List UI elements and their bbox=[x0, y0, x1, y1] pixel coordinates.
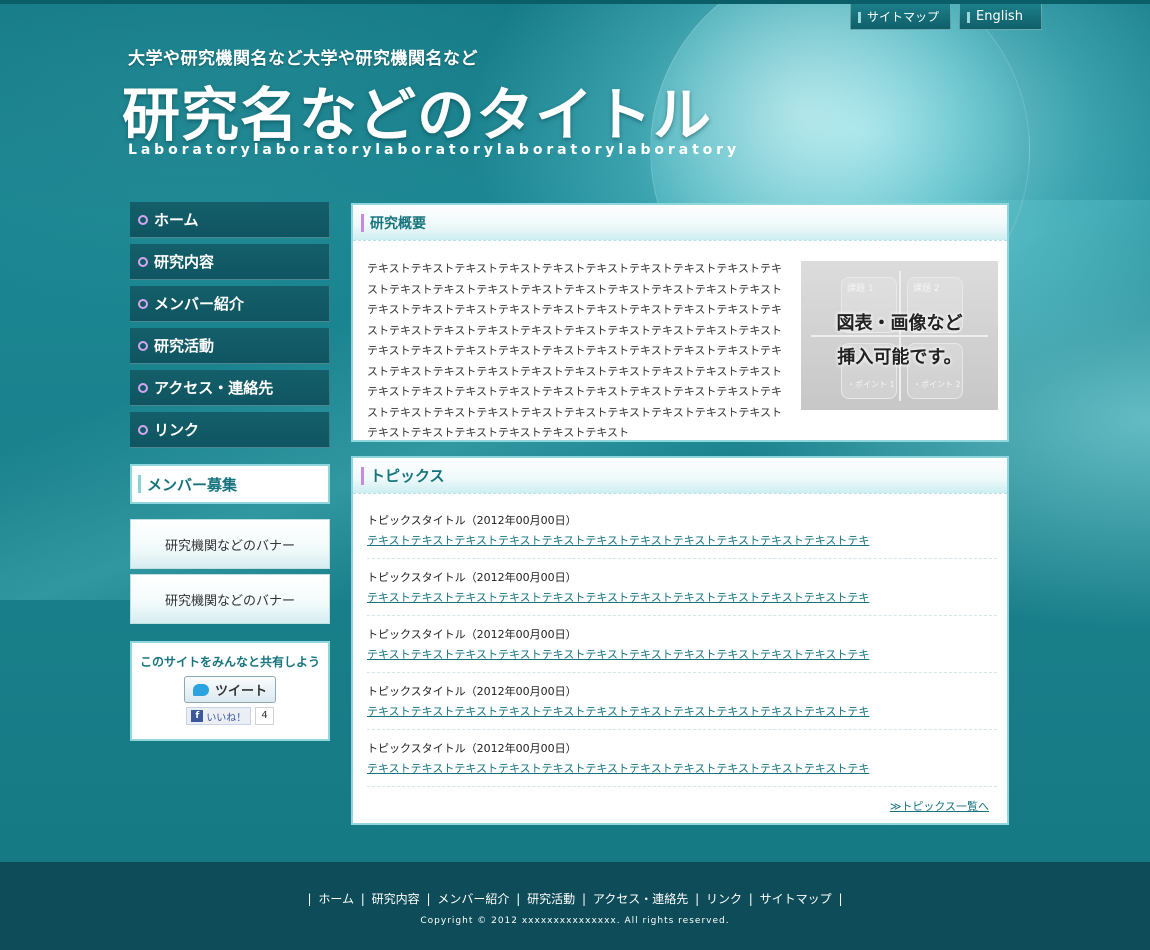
figure-text-line-1: 図表・画像など bbox=[836, 313, 963, 334]
topic-title: トピックスタイトル（2012年00月00日） bbox=[367, 685, 577, 698]
share-box: このサイトをみんなと共有しよう ツイート f いいね！ 4 bbox=[130, 641, 330, 741]
sidebar-item-label: リンク bbox=[154, 421, 200, 439]
sidebar-nav: ホーム 研究内容 メンバー紹介 研究活動 アクセス・連絡先 リンク bbox=[130, 202, 330, 454]
sidebar-item-members[interactable]: メンバー紹介 bbox=[130, 286, 330, 322]
figure-text-line-2: 挿入可能です。 bbox=[837, 347, 962, 368]
sidebar-item-label: ホーム bbox=[154, 211, 199, 229]
facebook-like-label: いいね！ bbox=[206, 712, 247, 724]
heading-marker bbox=[361, 213, 364, 232]
topic-title: トピックスタイトル（2012年00月00日） bbox=[367, 628, 577, 641]
separator: | bbox=[838, 892, 843, 906]
footer-link-sitemap[interactable]: サイトマップ bbox=[760, 892, 832, 906]
footer-link-activities[interactable]: 研究活動 bbox=[527, 892, 575, 906]
facebook-like-button[interactable]: f いいね！ bbox=[186, 707, 252, 725]
institution-banner-1[interactable]: 研究機関などのバナー bbox=[130, 519, 330, 569]
separator: | bbox=[360, 892, 365, 906]
footer-link-links[interactable]: リンク bbox=[706, 892, 742, 906]
tweet-label: ツイート bbox=[214, 684, 267, 699]
separator: | bbox=[581, 892, 586, 906]
footer-link-research[interactable]: 研究内容 bbox=[372, 892, 420, 906]
header-nav: サイトマップ English bbox=[849, 4, 1042, 30]
footer-link-members[interactable]: メンバー紹介 bbox=[437, 892, 509, 906]
facebook-like-widget: f いいね！ 4 bbox=[132, 707, 328, 725]
topic-link[interactable]: テキストテキストテキストテキストテキストテキストテキストテキストテキストテキスト… bbox=[367, 760, 997, 776]
topic-link[interactable]: テキストテキストテキストテキストテキストテキストテキストテキストテキストテキスト… bbox=[367, 646, 997, 662]
separator: | bbox=[426, 892, 431, 906]
sidebar-item-label: 研究活動 bbox=[154, 337, 215, 355]
separator: | bbox=[516, 892, 521, 906]
tweet-button[interactable]: ツイート bbox=[183, 676, 276, 703]
topic-item: トピックスタイトル（2012年00月00日） テキストテキストテキストテキストテ… bbox=[367, 730, 997, 787]
footer-link-home[interactable]: ホーム bbox=[318, 892, 354, 906]
heading-marker bbox=[138, 475, 141, 493]
overview-heading: 研究概要 bbox=[370, 215, 426, 232]
facebook-like-count: 4 bbox=[255, 707, 274, 725]
circle-bullet-icon bbox=[138, 424, 148, 435]
circle-bullet-icon bbox=[138, 214, 148, 225]
figure-label: 課題 2 bbox=[913, 284, 940, 294]
footer-link-access[interactable]: アクセス・連絡先 bbox=[593, 892, 688, 906]
topic-title: トピックスタイトル（2012年00月00日） bbox=[367, 514, 577, 527]
overview-text: テキストテキストテキストテキストテキストテキストテキストテキストテキストテキスト… bbox=[367, 262, 783, 439]
lab-name: Laboratorylaboratorylaboratorylaboratory… bbox=[128, 142, 741, 158]
circle-bullet-icon bbox=[138, 298, 148, 309]
sidebar-item-research[interactable]: 研究内容 bbox=[130, 244, 330, 280]
sidebar-item-activities[interactable]: 研究活動 bbox=[130, 328, 330, 364]
overview-header: 研究概要 bbox=[353, 205, 1007, 241]
topics-header: トピックス bbox=[353, 458, 1007, 494]
member-recruit-button[interactable]: メンバー募集 bbox=[130, 464, 330, 504]
topic-item: トピックスタイトル（2012年00月00日） テキストテキストテキストテキストテ… bbox=[367, 559, 997, 616]
topic-title: トピックスタイトル（2012年00月00日） bbox=[367, 571, 577, 584]
sitemap-link[interactable]: サイトマップ bbox=[849, 4, 951, 30]
footer-nav: | ホーム | 研究内容 | メンバー紹介 | 研究活動 | アクセス・連絡先 … bbox=[0, 890, 1150, 907]
sidebar-item-access[interactable]: アクセス・連絡先 bbox=[130, 370, 330, 406]
overview-figure: 課題 1 課題 2 ・ポイント 1 ・ポイント 2 図表・画像など 挿入可能です… bbox=[801, 261, 998, 410]
figure-label: 課題 1 bbox=[847, 284, 874, 294]
member-recruit-label: メンバー募集 bbox=[147, 475, 238, 494]
topic-item: トピックスタイトル（2012年00月00日） テキストテキストテキストテキストテ… bbox=[367, 616, 997, 673]
sidebar-item-label: アクセス・連絡先 bbox=[154, 379, 274, 397]
topic-title: トピックスタイトル（2012年00月00日） bbox=[367, 742, 577, 755]
topics-more-link[interactable]: ≫トピックス一覧へ bbox=[890, 798, 989, 814]
circle-bullet-icon bbox=[138, 382, 148, 393]
sidebar-item-label: 研究内容 bbox=[154, 253, 215, 271]
footer: | ホーム | 研究内容 | メンバー紹介 | 研究活動 | アクセス・連絡先 … bbox=[0, 862, 1150, 950]
separator: | bbox=[307, 892, 312, 906]
site-title[interactable]: 研究名などのタイトル bbox=[122, 68, 712, 152]
facebook-icon: f bbox=[191, 710, 204, 722]
heading-marker bbox=[361, 466, 364, 485]
overview-panel: 研究概要 テキストテキストテキストテキストテキストテキストテキストテキストテキス… bbox=[351, 203, 1009, 442]
topic-item: トピックスタイトル（2012年00月00日） テキストテキストテキストテキストテ… bbox=[367, 502, 997, 559]
english-link[interactable]: English bbox=[959, 4, 1042, 30]
figure-label: ・ポイント 1 bbox=[847, 380, 895, 389]
topic-link[interactable]: テキストテキストテキストテキストテキストテキストテキストテキストテキストテキスト… bbox=[367, 532, 997, 548]
sidebar-item-home[interactable]: ホーム bbox=[130, 202, 330, 238]
separator: | bbox=[748, 892, 753, 906]
topic-link[interactable]: テキストテキストテキストテキストテキストテキストテキストテキストテキストテキスト… bbox=[367, 589, 997, 605]
topics-panel: トピックス トピックスタイトル（2012年00月00日） テキストテキストテキス… bbox=[351, 456, 1009, 825]
separator: | bbox=[695, 892, 700, 906]
sidebar-item-label: メンバー紹介 bbox=[154, 295, 245, 313]
site-subtitle: 大学や研究機関名など大学や研究機関名など bbox=[128, 49, 478, 69]
institution-banner-2[interactable]: 研究機関などのバナー bbox=[130, 574, 330, 624]
circle-bullet-icon bbox=[138, 256, 148, 267]
circle-bullet-icon bbox=[138, 340, 148, 351]
copyright: Copyright © 2012 xxxxxxxxxxxxxxx. All ri… bbox=[420, 916, 730, 926]
share-title: このサイトをみんなと共有しよう bbox=[139, 655, 320, 669]
figure-label: ・ポイント 2 bbox=[913, 380, 961, 389]
twitter-bird-icon bbox=[192, 683, 209, 696]
topics-heading: トピックス bbox=[370, 467, 445, 485]
figure-axis-horizontal bbox=[811, 335, 988, 337]
topic-item: トピックスタイトル（2012年00月00日） テキストテキストテキストテキストテ… bbox=[367, 673, 997, 730]
sidebar-item-links[interactable]: リンク bbox=[130, 412, 330, 448]
topic-link[interactable]: テキストテキストテキストテキストテキストテキストテキストテキストテキストテキスト… bbox=[367, 703, 997, 719]
